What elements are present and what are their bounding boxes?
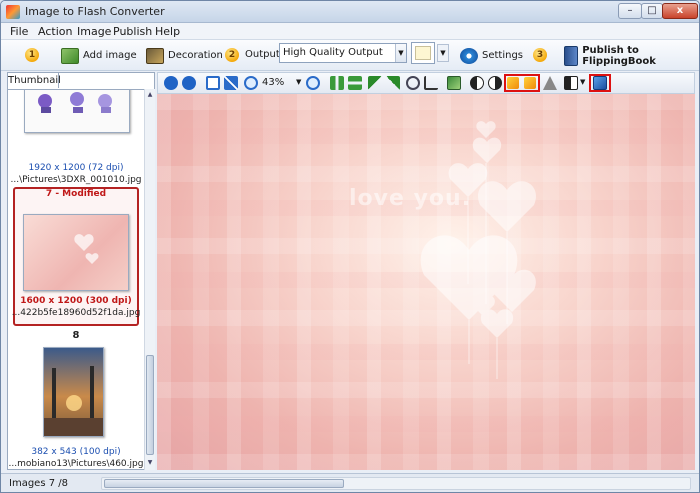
output-select[interactable]: High Quality Output (279, 43, 407, 63)
thumbnail-list: 1920 x 1200 (72 dpi) ...\Pictures\3DXR_0… (8, 89, 144, 470)
contrast-icon[interactable] (470, 76, 484, 90)
publish-label: Publish to FlippingBook (582, 44, 656, 67)
thumbnail-filename: ...mobiano13\Pictures\460.jpg (8, 459, 144, 469)
zoom-out-icon[interactable] (306, 76, 320, 90)
layout-dropdown-arrow[interactable]: ▼ (580, 78, 585, 86)
step-1-badge: 1 (25, 48, 39, 62)
image-edit-icon[interactable] (447, 76, 461, 90)
add-image-icon (61, 47, 79, 64)
thumbnail-number: 8 (72, 330, 80, 341)
thumbnail-panel: 1920 x 1200 (72 dpi) ...\Pictures\3DXR_0… (7, 72, 155, 470)
flip-horizontal-icon[interactable] (330, 76, 344, 90)
menu-action[interactable]: Action (38, 25, 72, 38)
tab-thumbnail[interactable]: Thumbnail (7, 72, 61, 88)
output-dropdown-arrow[interactable]: ▼ (395, 44, 406, 62)
thumbnail-filename: ...\Pictures\3DXR_001010.jpg (10, 175, 142, 185)
decoration-icon (146, 47, 164, 64)
scroll-down-icon[interactable]: ▼ (145, 457, 155, 469)
settings-button[interactable]: Settings (460, 45, 523, 66)
background-color-picker[interactable] (411, 42, 435, 64)
color-swatch (415, 46, 431, 60)
menu-publish[interactable]: Publish (113, 25, 152, 38)
zoom-level[interactable]: 43% (262, 77, 284, 88)
book-icon (564, 45, 579, 66)
output-label: Output: (245, 49, 284, 60)
step-2-badge: 2 (225, 48, 239, 62)
scrollbar-thumb[interactable] (104, 479, 344, 488)
window-title: Image to Flash Converter (25, 5, 165, 18)
color-dropdown-arrow[interactable]: ▼ (437, 44, 449, 62)
minimize-button[interactable]: – (618, 3, 642, 19)
fit-window-icon[interactable] (206, 76, 220, 90)
thumbnail-image-7[interactable] (23, 214, 129, 291)
gear-icon (460, 47, 478, 64)
menu-help[interactable]: Help (155, 25, 180, 38)
zoom-dropdown-arrow[interactable]: ▼ (296, 78, 301, 86)
thumbnail-image-8[interactable] (43, 347, 104, 437)
title-bar: Image to Flash Converter – □ x (1, 1, 699, 23)
zoom-in-icon[interactable] (244, 76, 258, 90)
thumbnail-dimensions: 1600 x 1200 (300 dpi) (20, 296, 132, 306)
step-3-badge: 3 (533, 48, 547, 62)
horizontal-scrollbar[interactable] (101, 477, 691, 490)
star-effect-icon[interactable] (524, 77, 536, 89)
image-preview[interactable]: love you. (157, 94, 695, 470)
image-toolbar: 43% ▼ ▼ (157, 72, 695, 94)
sharpen-icon[interactable] (543, 76, 557, 90)
apply-to-all-icon[interactable] (593, 76, 607, 90)
decoration-label: Decoration (168, 50, 223, 61)
publish-button[interactable]: Publish to FlippingBook (564, 44, 699, 67)
next-icon[interactable] (182, 76, 196, 90)
thumbnail-dimensions: 1920 x 1200 (72 dpi) (28, 163, 124, 173)
thumbnail-scrollbar[interactable]: ▲ ▼ (144, 89, 155, 470)
thumbnail-filename: ...422b5fe18960d52f1da.jpg (11, 308, 141, 318)
menu-file[interactable]: File (10, 25, 28, 38)
previous-icon[interactable] (164, 76, 178, 90)
settings-label: Settings (482, 50, 524, 61)
layout-icon[interactable] (564, 76, 578, 90)
crop-icon[interactable] (424, 76, 438, 90)
scrollbar-thumb[interactable] (146, 355, 154, 455)
add-image-button[interactable]: Add image (61, 45, 137, 66)
menu-image[interactable]: Image (77, 25, 111, 38)
star-icon[interactable] (507, 77, 519, 89)
rotate-icon[interactable] (406, 76, 420, 90)
thumbnail-title: 7 - Modified (45, 189, 107, 199)
decoration-button[interactable]: Decoration (146, 45, 223, 66)
scroll-up-icon[interactable]: ▲ (145, 89, 155, 101)
invert-icon[interactable] (488, 76, 502, 90)
image-caption: love you. (349, 186, 472, 211)
add-image-label: Add image (83, 50, 137, 61)
image-count: Images 7 /8 (9, 478, 68, 489)
thumbnail-dimensions: 382 x 543 (100 dpi) (31, 447, 121, 457)
menu-bar: File Action Image Publish Help (1, 23, 699, 40)
close-button[interactable]: x (662, 3, 698, 19)
maximize-button[interactable]: □ (641, 3, 663, 19)
app-window: Image to Flash Converter – □ x File Acti… (0, 0, 700, 493)
rotate-left-icon[interactable] (368, 76, 382, 90)
rotate-right-icon[interactable] (386, 76, 400, 90)
app-logo-icon (6, 5, 20, 19)
actual-size-icon[interactable] (224, 76, 238, 90)
flip-vertical-icon[interactable] (348, 76, 362, 90)
thumbnail-image-6[interactable] (24, 90, 130, 133)
